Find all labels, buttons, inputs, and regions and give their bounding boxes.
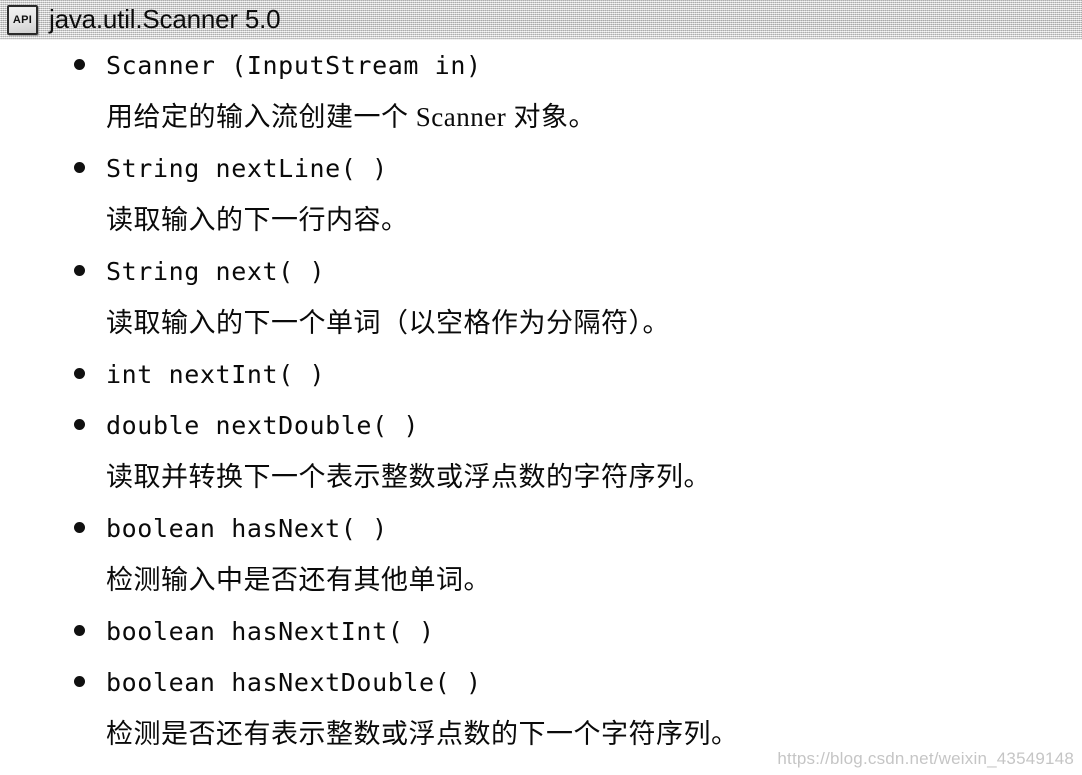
page-title: java.util.Scanner 5.0 <box>49 4 281 34</box>
method-description: 读取输入的下一个单词（以空格作为分隔符）。 <box>106 308 670 338</box>
method-signature: String nextLine( ) <box>106 154 388 183</box>
method-signature-row: double nextDouble( ) <box>0 400 1082 451</box>
list-item: int nextInt( ) <box>0 349 1082 400</box>
list-item: boolean hasNextInt( ) <box>0 606 1082 657</box>
method-signature-row: String nextLine( ) <box>0 143 1082 194</box>
method-description: 用给定的输入流创建一个 Scanner 对象。 <box>106 102 596 132</box>
api-badge-label: API <box>12 13 33 26</box>
bullet-icon <box>74 368 85 379</box>
method-signature: int nextInt( ) <box>106 360 326 389</box>
method-signature: Scanner (InputStream in) <box>106 51 482 80</box>
api-method-list: Scanner (InputStream in) 用给定的输入流创建一个 Sca… <box>0 40 1082 760</box>
bullet-icon <box>74 59 85 70</box>
list-item: Scanner (InputStream in) 用给定的输入流创建一个 Sca… <box>0 40 1082 143</box>
list-item: boolean hasNext( ) 检测输入中是否还有其他单词。 <box>0 503 1082 606</box>
bullet-icon <box>74 419 85 430</box>
bullet-icon <box>74 625 85 636</box>
method-signature-row: String next( ) <box>0 246 1082 297</box>
method-description-row: 读取并转换下一个表示整数或浮点数的字符序列。 <box>0 451 1082 503</box>
list-item: String next( ) 读取输入的下一个单词（以空格作为分隔符）。 <box>0 246 1082 349</box>
list-item: String nextLine( ) 读取输入的下一行内容。 <box>0 143 1082 246</box>
method-signature-row: boolean hasNextInt( ) <box>0 606 1082 657</box>
method-signature: boolean hasNextInt( ) <box>106 617 435 646</box>
bullet-icon <box>74 522 85 533</box>
watermark: https://blog.csdn.net/weixin_43549148 <box>777 749 1074 768</box>
method-description: 读取并转换下一个表示整数或浮点数的字符序列。 <box>106 462 711 492</box>
method-signature: double nextDouble( ) <box>106 411 420 440</box>
method-signature-row: boolean hasNextDouble( ) <box>0 657 1082 708</box>
method-description: 检测输入中是否还有其他单词。 <box>106 565 491 595</box>
method-signature: String next( ) <box>106 257 326 286</box>
method-signature: boolean hasNextDouble( ) <box>106 668 482 697</box>
api-header-bar: API java.util.Scanner 5.0 <box>0 0 1082 40</box>
api-badge-icon: API <box>7 5 38 35</box>
method-description: 读取输入的下一行内容。 <box>106 205 409 235</box>
method-signature-row: Scanner (InputStream in) <box>0 40 1082 91</box>
list-item: boolean hasNextDouble( ) 检测是否还有表示整数或浮点数的… <box>0 657 1082 760</box>
method-description-row: 读取输入的下一个单词（以空格作为分隔符）。 <box>0 297 1082 349</box>
method-signature-row: int nextInt( ) <box>0 349 1082 400</box>
method-description-row: 检测输入中是否还有其他单词。 <box>0 554 1082 606</box>
method-signature-row: boolean hasNext( ) <box>0 503 1082 554</box>
method-description: 检测是否还有表示整数或浮点数的下一个字符序列。 <box>106 719 739 749</box>
list-item: double nextDouble( ) 读取并转换下一个表示整数或浮点数的字符… <box>0 400 1082 503</box>
method-description-row: 用给定的输入流创建一个 Scanner 对象。 <box>0 91 1082 143</box>
bullet-icon <box>74 162 85 173</box>
method-signature: boolean hasNext( ) <box>106 514 388 543</box>
method-description-row: 读取输入的下一行内容。 <box>0 194 1082 246</box>
bullet-icon <box>74 676 85 687</box>
bullet-icon <box>74 265 85 276</box>
